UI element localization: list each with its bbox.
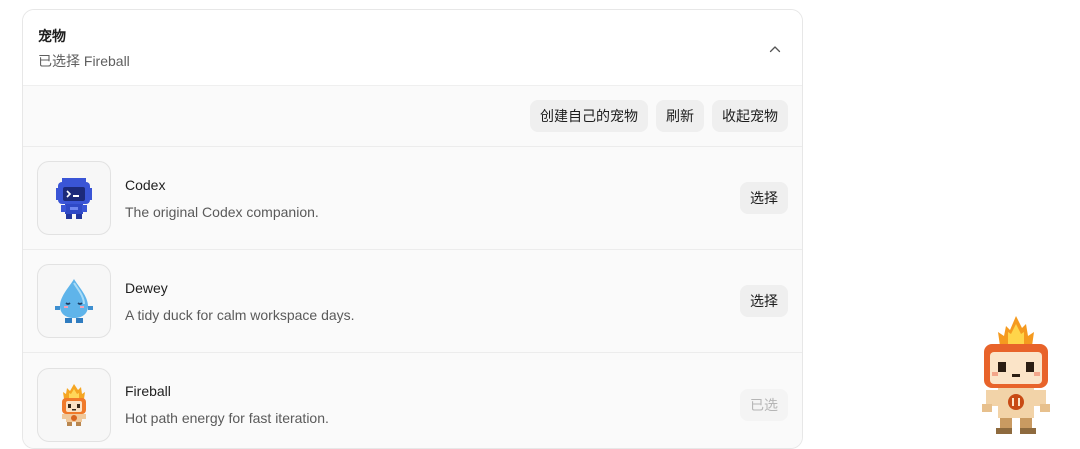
codex-cloud-robot-icon (56, 178, 92, 219)
pet-name: Fireball (125, 383, 171, 399)
pet-list: Codex The original Codex companion. 选择 D… (23, 147, 802, 448)
pet-row-dewey: Dewey A tidy duck for calm workspace day… (23, 250, 802, 353)
chevron-up-icon (769, 46, 781, 53)
pet-description: Hot path energy for fast iteration. (125, 410, 329, 426)
pet-avatar-fireball (37, 367, 111, 442)
toolbar: 创建自己的宠物 刷新 收起宠物 (23, 86, 802, 147)
pet-avatar-dewey (37, 264, 111, 338)
panel-header[interactable]: 宠物 已选择 Fireball (23, 10, 802, 86)
pet-panel: 宠物 已选择 Fireball 创建自己的宠物 刷新 收起宠物 Codex Th… (22, 9, 803, 449)
selected-fireball-button: 已选 (740, 388, 788, 421)
pet-avatar-codex (37, 161, 111, 235)
fireball-pet-icon (982, 316, 1050, 434)
create-pet-button[interactable]: 创建自己的宠物 (530, 100, 648, 132)
pet-name: Codex (125, 176, 166, 193)
pet-name: Dewey (125, 279, 168, 296)
select-dewey-button[interactable]: 选择 (740, 285, 788, 317)
panel-title: 宠物 (38, 28, 66, 44)
select-codex-button[interactable]: 选择 (740, 182, 788, 214)
refresh-button[interactable]: 刷新 (656, 100, 704, 132)
panel-subtitle: 已选择 Fireball (38, 53, 130, 69)
stow-pet-button[interactable]: 收起宠物 (712, 100, 788, 132)
floating-fireball-pet[interactable] (976, 314, 1056, 438)
pet-description: The original Codex companion. (125, 203, 319, 220)
pet-description: A tidy duck for calm workspace days. (125, 306, 355, 323)
pet-info-codex: Codex The original Codex companion. (125, 175, 740, 222)
pet-info-dewey: Dewey A tidy duck for calm workspace day… (125, 278, 740, 325)
collapse-button[interactable] (764, 38, 786, 60)
fireball-icon (62, 383, 86, 426)
pet-row-fireball: Fireball Hot path energy for fast iterat… (23, 353, 802, 448)
dewey-droplet-icon (55, 279, 93, 323)
pet-info-fireball: Fireball Hot path energy for fast iterat… (125, 381, 740, 428)
pet-row-codex: Codex The original Codex companion. 选择 (23, 147, 802, 250)
